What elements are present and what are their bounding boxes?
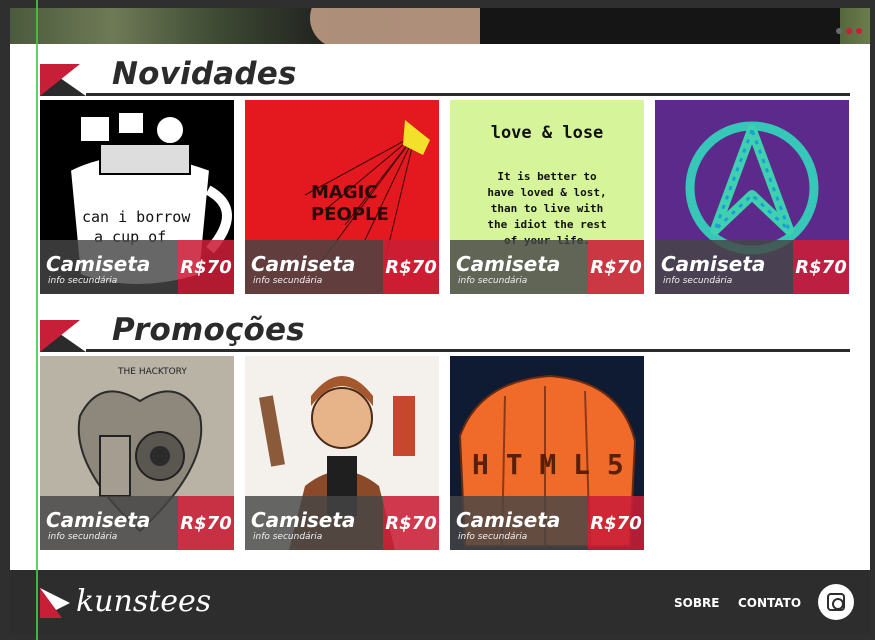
product-name: Camiseta: [456, 252, 561, 276]
product-card[interactable]: MAGIC PEOPLE Camiseta info secundária R$…: [245, 100, 439, 294]
section-flag-icon: [40, 64, 86, 96]
product-info: info secundária: [253, 532, 323, 542]
art-text: the idiot the rest: [487, 218, 606, 231]
product-info: info secundária: [663, 276, 733, 286]
art-text: THE HACKTORY: [117, 367, 187, 377]
footer: kunstees SOBRE CONTATO: [10, 570, 870, 634]
product-name: Camiseta: [456, 508, 561, 532]
art-text: than to live with: [491, 202, 604, 215]
editor-guide-line: [36, 0, 38, 640]
slider-dots[interactable]: [836, 28, 862, 34]
product-card[interactable]: H T M L 5 Camiseta info secundária R$70: [450, 356, 644, 550]
product-card[interactable]: can i borrow a cup of Camiseta info secu…: [40, 100, 234, 294]
art-text: It is better to: [497, 170, 597, 183]
brand-logo-icon[interactable]: [40, 588, 70, 618]
product-info: info secundária: [458, 276, 528, 286]
slider-dot[interactable]: [856, 28, 862, 34]
nav-link-contato[interactable]: CONTATO: [738, 596, 801, 610]
art-text: PEOPLE: [311, 204, 389, 225]
instagram-icon[interactable]: [818, 584, 854, 620]
section-title: Promoções: [112, 312, 305, 348]
product-name: Camiseta: [661, 252, 766, 276]
art-text: MAGIC: [311, 182, 378, 203]
product-info: info secundária: [458, 532, 528, 542]
section-title: Novidades: [112, 56, 297, 92]
product-name: Camiseta: [46, 252, 151, 276]
hero-banner-image: [10, 8, 870, 44]
section-header-promocoes: Promoções: [40, 306, 850, 352]
product-card[interactable]: THE HACKTORY Camiseta info secundária R$…: [40, 356, 234, 550]
section-flag-icon: [40, 320, 86, 352]
product-price: R$70: [178, 240, 234, 294]
nav-link-sobre[interactable]: SOBRE: [674, 596, 719, 610]
product-price: R$70: [178, 496, 234, 550]
product-name: Camiseta: [251, 252, 356, 276]
section-divider: [86, 93, 850, 96]
product-price: R$70: [383, 496, 439, 550]
slider-dot[interactable]: [846, 28, 852, 34]
product-price: R$70: [588, 496, 644, 550]
art-text: can i borrow: [82, 208, 191, 226]
product-name: Camiseta: [46, 508, 151, 532]
product-price: R$70: [588, 240, 644, 294]
main-content: Novidades can i borrow a cup of Camiseta…: [10, 44, 870, 570]
brand-name[interactable]: kunstees: [76, 584, 211, 619]
product-price: R$70: [383, 240, 439, 294]
product-card[interactable]: love & lose It is better to have loved &…: [450, 100, 644, 294]
section-header-novidades: Novidades: [40, 50, 850, 96]
product-info: info secundária: [253, 276, 323, 286]
product-info: info secundária: [48, 532, 118, 542]
product-card[interactable]: Camiseta info secundária R$70: [655, 100, 849, 294]
product-name: Camiseta: [251, 508, 356, 532]
slider-dot[interactable]: [836, 28, 842, 34]
product-info: info secundária: [48, 276, 118, 286]
product-card[interactable]: Camiseta info secundária R$70: [245, 356, 439, 550]
product-price: R$70: [793, 240, 849, 294]
art-text: H T M L 5: [472, 448, 624, 481]
app-window: Novidades can i borrow a cup of Camiseta…: [0, 0, 875, 640]
art-text: love & lose: [491, 123, 604, 143]
section-divider: [86, 349, 850, 352]
art-text: have loved & lost,: [487, 186, 606, 199]
